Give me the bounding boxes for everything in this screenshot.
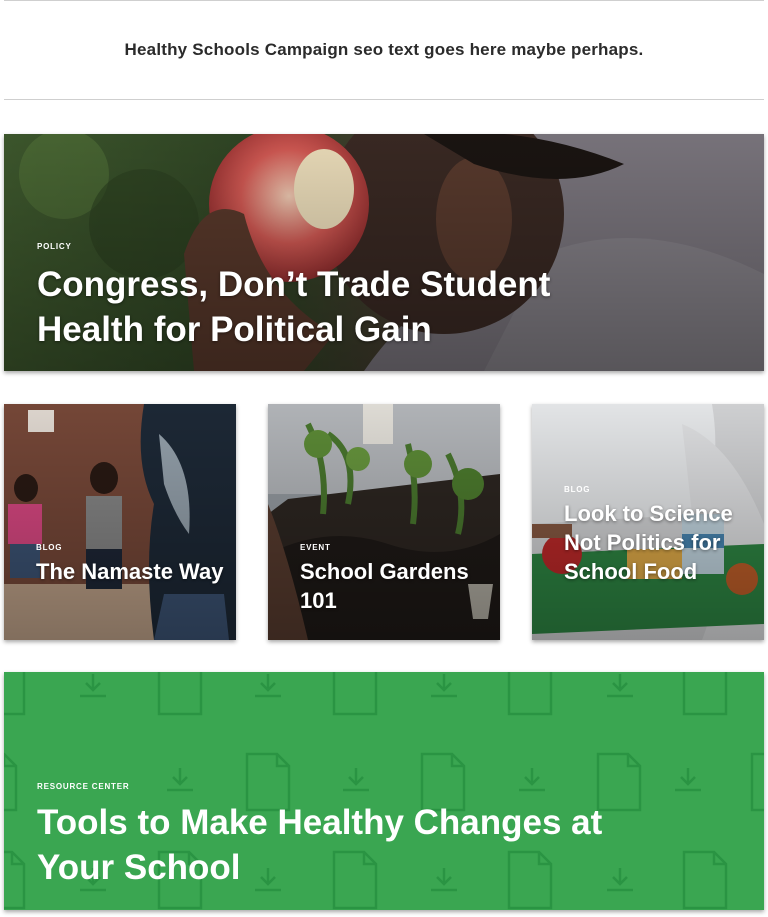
card-category: EVENT [300, 543, 331, 552]
resource-center-card[interactable]: RESOURCE CENTER Tools to Make Healthy Ch… [4, 672, 764, 910]
card-title[interactable]: The Namaste Way [36, 557, 226, 586]
card-category: BLOG [36, 543, 63, 552]
card-title[interactable]: School Gardens 101 [300, 557, 490, 615]
top-divider [4, 0, 764, 1]
resource-category: RESOURCE CENTER [37, 782, 130, 791]
card-category: BLOG [564, 485, 591, 494]
seo-text: Healthy Schools Campaign seo text goes h… [124, 40, 644, 59]
seo-divider [4, 99, 764, 100]
card-science-not-politics[interactable]: BLOG Look to Science Not Politics for Sc… [532, 404, 764, 640]
hero-feature-card[interactable]: POLICY Congress, Don’t Trade Student Hea… [4, 134, 764, 371]
card-school-gardens[interactable]: EVENT School Gardens 101 [268, 404, 500, 640]
hero-title[interactable]: Congress, Don’t Trade Student Health for… [37, 262, 657, 352]
card-namaste-way[interactable]: BLOG The Namaste Way [4, 404, 236, 640]
card-title[interactable]: Look to Science Not Politics for School … [564, 499, 754, 586]
card-shade [4, 404, 236, 640]
resource-title[interactable]: Tools to Make Healthy Changes at Your Sc… [37, 800, 677, 890]
hero-category: POLICY [37, 242, 72, 251]
